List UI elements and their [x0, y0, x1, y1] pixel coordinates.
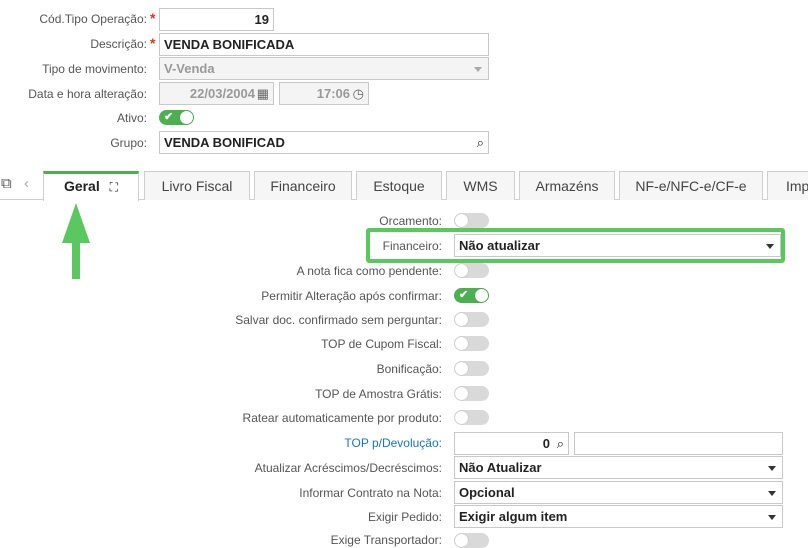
atualizar-acrescimos-label: Atualizar Acréscimos/Decréscimos:	[254, 461, 442, 475]
exigir-pedido-label: Exigir Pedido:	[367, 510, 442, 524]
clock-icon[interactable]: ◷	[353, 83, 364, 104]
tipo-movimento-value: V-Venda	[164, 61, 215, 76]
atualizar-acrescimos-select[interactable]: Não Atualizar	[454, 456, 783, 479]
financeiro-value: Não atualizar	[459, 238, 540, 253]
data-alteracao-input[interactable]: 22/03/2004 ▦	[159, 82, 274, 105]
tab-armazens[interactable]: Armazéns	[519, 171, 615, 200]
search-icon[interactable]: ⌕	[477, 132, 484, 153]
hora-alteracao-input[interactable]: 17:06 ◷	[279, 82, 369, 105]
tab-estoque[interactable]: Estoque	[356, 171, 442, 200]
orcamento-toggle[interactable]	[454, 213, 489, 228]
required-marker: *	[150, 10, 156, 26]
copy-icon[interactable]: ⧉	[1, 175, 12, 192]
cod-tipo-label: Cód.Tipo Operação:	[39, 12, 147, 26]
salvar-doc-toggle[interactable]	[454, 312, 489, 327]
tab-label: Geral	[63, 178, 100, 194]
data-alteracao-value: 22/03/2004	[189, 86, 255, 101]
tab-financeiro[interactable]: Financeiro	[254, 171, 352, 200]
top-cupom-label: TOP de Cupom Fiscal:	[321, 337, 442, 351]
chevron-down-icon	[768, 515, 776, 520]
atualizar-acrescimos-value: Não Atualizar	[459, 460, 542, 475]
check-icon: ✔	[459, 289, 469, 301]
chevron-down-icon	[768, 491, 776, 496]
bonificacao-label: Bonificação:	[376, 362, 442, 376]
cod-tipo-input[interactable]: 19	[159, 8, 274, 31]
top-cupom-toggle[interactable]	[454, 336, 489, 351]
check-icon: ✔	[164, 111, 174, 123]
expand-icon[interactable]: ⛶	[110, 180, 118, 194]
tab-wms[interactable]: WMS	[446, 171, 515, 200]
chevron-down-icon	[474, 67, 482, 72]
ratear-toggle[interactable]	[454, 410, 489, 425]
arrow-up-icon	[62, 203, 90, 279]
nota-pendente-label: A nota fica como pendente:	[296, 264, 442, 278]
exigir-pedido-select[interactable]: Exigir algum item	[454, 505, 783, 528]
informar-contrato-value: Opcional	[459, 485, 515, 500]
top-amostra-toggle[interactable]	[454, 386, 489, 401]
informar-contrato-select[interactable]: Opcional	[454, 481, 783, 504]
bonificacao-toggle[interactable]	[454, 361, 489, 376]
permitir-alteracao-toggle[interactable]: ✔	[454, 288, 489, 303]
nota-pendente-toggle[interactable]	[454, 263, 489, 278]
search-icon[interactable]: ⌕	[557, 433, 564, 454]
informar-contrato-label: Informar Contrato na Nota:	[299, 486, 442, 500]
tipo-movimento-select[interactable]: V-Venda	[159, 57, 489, 80]
exige-transportador-toggle[interactable]	[454, 533, 489, 548]
ratear-label: Ratear automaticamente por produto:	[242, 411, 442, 425]
financeiro-label: Financeiro:	[382, 239, 442, 253]
tipo-movimento-label: Tipo de movimento:	[42, 62, 147, 76]
data-alteracao-label: Data e hora alteração:	[28, 87, 147, 101]
top-devolucao-input[interactable]: 0 ⌕	[454, 432, 569, 455]
exige-transportador-label: Exige Transportador:	[330, 533, 442, 547]
grupo-label: Grupo:	[110, 136, 147, 150]
calendar-icon[interactable]: ▦	[257, 83, 269, 104]
descricao-input[interactable]: VENDA BONIFICADA	[159, 33, 489, 56]
chevron-left-icon[interactable]: ‹	[24, 175, 29, 192]
grupo-input[interactable]: VENDA BONIFICAD ⌕	[159, 131, 489, 154]
top-devolucao-link[interactable]: TOP p/Devolução:	[344, 436, 442, 450]
tab-livro-fiscal[interactable]: Livro Fiscal	[144, 171, 250, 200]
chevron-down-icon	[766, 244, 774, 249]
top-devolucao-descricao	[574, 432, 783, 455]
chevron-down-icon	[768, 466, 776, 471]
hora-alteracao-value: 17:06	[316, 86, 350, 101]
top-amostra-label: TOP de Amostra Grátis:	[315, 387, 442, 401]
top-devolucao-value: 0	[542, 436, 550, 451]
tab-geral[interactable]: Geral ⛶	[43, 171, 139, 201]
descricao-label: Descrição:	[90, 37, 147, 51]
required-marker: *	[150, 35, 156, 51]
tab-nfe[interactable]: NF-e/NFC-e/CF-e	[619, 171, 763, 200]
permitir-alteracao-label: Permitir Alteração após confirmar:	[261, 289, 442, 303]
orcamento-label: Orcamento:	[379, 214, 442, 228]
exigir-pedido-value: Exigir algum item	[459, 509, 568, 524]
ativo-label: Ativo:	[116, 111, 147, 125]
ativo-toggle[interactable]: ✔	[159, 110, 194, 125]
tab-imp[interactable]: Imp	[767, 171, 808, 200]
financeiro-select[interactable]: Não atualizar	[454, 234, 781, 257]
salvar-doc-label: Salvar doc. confirmado sem perguntar:	[235, 313, 442, 327]
grupo-value: VENDA BONIFICAD	[164, 135, 285, 150]
